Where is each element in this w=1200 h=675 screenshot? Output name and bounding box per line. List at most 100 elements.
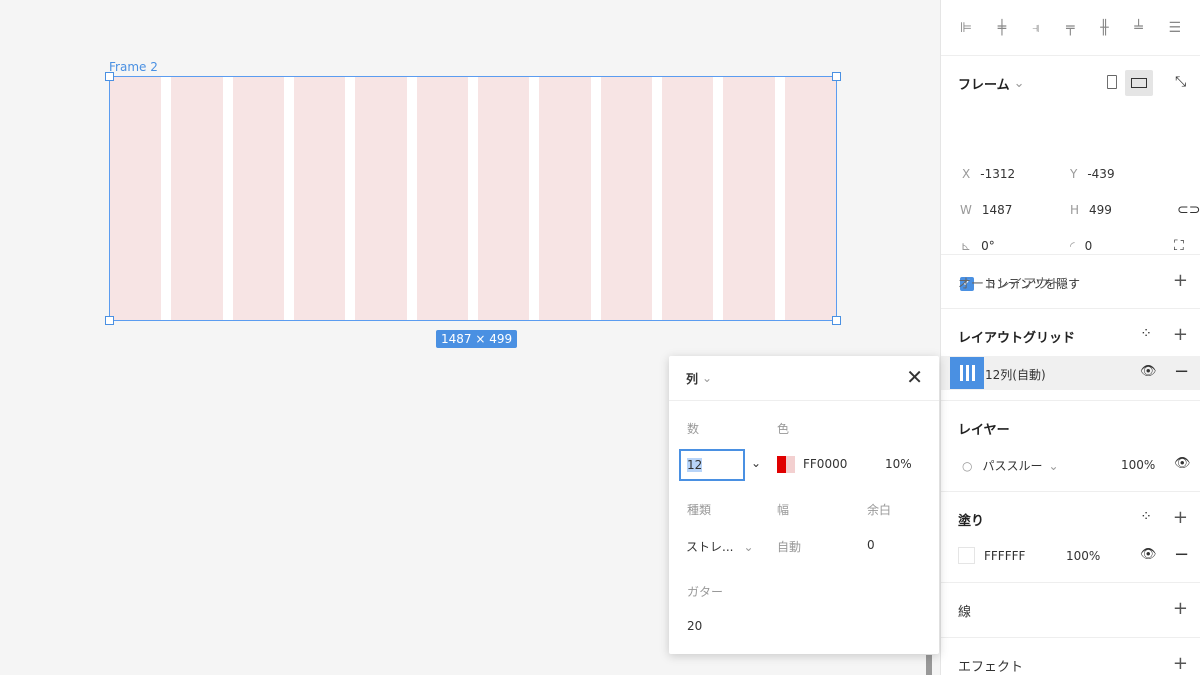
chevron-down-icon: ⌄ <box>743 540 754 554</box>
resize-handle-top-right[interactable] <box>832 72 841 81</box>
grid-column <box>110 77 162 320</box>
landscape-icon <box>1131 78 1147 88</box>
independent-corners-icon[interactable]: ⛶ <box>1174 238 1184 254</box>
align-toolbar: ⊫ ╪ ⫣ ╤ ╫ ╧ ☰ <box>941 0 1200 56</box>
fill-title: 塗り <box>958 513 985 529</box>
dimension-badge: 1487 × 499 <box>436 330 518 348</box>
grid-settings-popup: 列 ⌄ ✕ 数 色 12 ⌄ FF0000 10% 種類 幅 余白 ストレ...… <box>669 356 939 654</box>
frame-2[interactable] <box>109 76 837 321</box>
color-label: 色 <box>777 422 790 436</box>
x-field[interactable]: X -1312 <box>962 167 1015 181</box>
margin-input[interactable]: 0 <box>867 538 875 552</box>
chevron-down-icon: ⌄ <box>1048 458 1059 473</box>
align-center-v-icon[interactable]: ╫ <box>1100 20 1108 36</box>
frame-section: フレーム ⌄ ⤡ X -1312 Y -439 W 1487 H 499 ⊂⊃ ⊾ 0° ◜… <box>941 56 1200 291</box>
fill-hex[interactable]: FFFFFF <box>984 549 1025 563</box>
gutter-input[interactable]: 20 <box>687 619 702 633</box>
add-auto-layout-icon[interactable]: + <box>1173 270 1188 291</box>
rotation-field[interactable]: ⊾ 0° <box>961 239 995 253</box>
constrain-proportions-icon[interactable]: ⊂⊃ <box>1177 202 1200 218</box>
scrollbar[interactable] <box>926 655 932 675</box>
layer-title: レイヤー <box>958 422 1010 438</box>
frame-title[interactable]: フレーム ⌄ <box>941 56 1200 110</box>
corner-radius-icon: ◜ <box>1070 239 1075 253</box>
type-label: 種類 <box>687 503 712 517</box>
resize-handle-bottom-right[interactable] <box>832 316 841 325</box>
y-field[interactable]: Y -439 <box>1070 167 1115 181</box>
resize-handle-bottom-left[interactable] <box>105 316 114 325</box>
grid-item-label: 12列(自動) <box>985 368 1046 382</box>
grid-column <box>478 77 530 320</box>
remove-grid-icon[interactable]: − <box>1174 361 1189 382</box>
stroke-title: 線 <box>958 604 972 620</box>
popup-header[interactable]: 列 ⌄ ✕ <box>669 356 939 401</box>
landscape-button[interactable] <box>1125 70 1153 96</box>
layer-section: レイヤー ○ パススルー ⌄ 100% 👁 <box>941 401 1200 492</box>
grid-column <box>355 77 407 320</box>
add-stroke-icon[interactable]: + <box>1173 598 1188 619</box>
gutter-label: ガター <box>687 585 724 599</box>
stroke-section: 線 + <box>941 583 1200 638</box>
align-bottom-icon[interactable]: ╧ <box>1134 20 1142 36</box>
grid-column <box>416 77 468 320</box>
layout-grid-title: レイアウトグリッド <box>958 330 1076 346</box>
portrait-icon[interactable] <box>1107 75 1117 89</box>
type-dropdown[interactable]: ストレ... ⌄ <box>686 538 754 555</box>
eye-icon[interactable]: 👁 <box>1140 547 1157 562</box>
grid-type-title: 列 <box>686 371 699 386</box>
h-field[interactable]: H 499 <box>1070 203 1112 217</box>
radius-field[interactable]: ◜ 0 <box>1070 239 1092 253</box>
frame-name-label[interactable]: Frame 2 <box>109 60 158 74</box>
eye-icon[interactable]: 👁 <box>1174 456 1191 471</box>
fill-styles-icon[interactable]: ⁘ <box>1140 509 1152 525</box>
fill-swatch[interactable] <box>958 547 975 564</box>
effect-section: エフェクト + <box>941 638 1200 675</box>
align-right-icon[interactable]: ⫣ <box>1032 20 1040 36</box>
grid-column <box>600 77 652 320</box>
grid-column <box>294 77 346 320</box>
distribute-icon[interactable]: ☰ <box>1169 20 1182 36</box>
align-left-icon[interactable]: ⊫ <box>960 20 972 36</box>
add-effect-icon[interactable]: + <box>1173 653 1188 674</box>
count-dropdown-icon[interactable]: ⌄ <box>751 456 761 470</box>
width-input[interactable]: 自動 <box>777 538 801 555</box>
close-icon[interactable]: ✕ <box>906 365 923 389</box>
grid-color-hex[interactable]: FF0000 <box>803 457 847 471</box>
grid-column <box>539 77 591 320</box>
chevron-down-icon: ⌄ <box>702 371 713 385</box>
columns-grid-icon[interactable] <box>950 357 984 389</box>
shrink-icon[interactable]: ⤡ <box>1175 74 1186 90</box>
auto-layout-title: オートレイアウト <box>958 276 1063 292</box>
width-label: 幅 <box>777 503 790 517</box>
blend-mode-dropdown[interactable]: ○ パススルー ⌄ <box>962 457 1059 474</box>
w-field[interactable]: W 1487 <box>960 203 1012 217</box>
rotation-icon: ⊾ <box>961 239 972 253</box>
grid-item-row[interactable]: 12列(自動) 👁 − <box>941 356 1200 390</box>
chevron-down-icon: ⌄ <box>1013 75 1025 91</box>
grid-color-swatch[interactable] <box>777 456 795 473</box>
blend-drop-icon: ○ <box>962 458 973 473</box>
grid-styles-icon[interactable]: ⁘ <box>1140 326 1152 342</box>
layout-grid-section: レイアウトグリッド ⁘ + 12列(自動) 👁 − <box>941 309 1200 401</box>
grid-color-opacity[interactable]: 10% <box>885 457 912 471</box>
eye-icon[interactable]: 👁 <box>1140 364 1157 379</box>
remove-fill-icon[interactable]: − <box>1174 544 1189 565</box>
grid-column <box>784 77 836 320</box>
grid-column <box>723 77 775 320</box>
fill-opacity[interactable]: 100% <box>1066 549 1100 563</box>
add-grid-icon[interactable]: + <box>1173 324 1188 345</box>
grid-column <box>171 77 223 320</box>
add-fill-icon[interactable]: + <box>1173 507 1188 528</box>
grid-column <box>232 77 284 320</box>
margin-label: 余白 <box>867 503 892 517</box>
auto-layout-section: オートレイアウト + <box>941 255 1200 309</box>
grid-column <box>662 77 714 320</box>
resize-handle-top-left[interactable] <box>105 72 114 81</box>
count-input[interactable]: 12 <box>679 449 745 481</box>
align-center-h-icon[interactable]: ╪ <box>998 20 1006 36</box>
fill-section: 塗り ⁘ + FFFFFF 100% 👁 − <box>941 492 1200 583</box>
properties-panel: ⊫ ╪ ⫣ ╤ ╫ ╧ ☰ フレーム ⌄ ⤡ X -1312 Y -439 W 1487… <box>940 0 1200 675</box>
layer-opacity[interactable]: 100% <box>1121 458 1155 472</box>
count-label: 数 <box>687 422 700 436</box>
align-top-icon[interactable]: ╤ <box>1066 20 1074 36</box>
